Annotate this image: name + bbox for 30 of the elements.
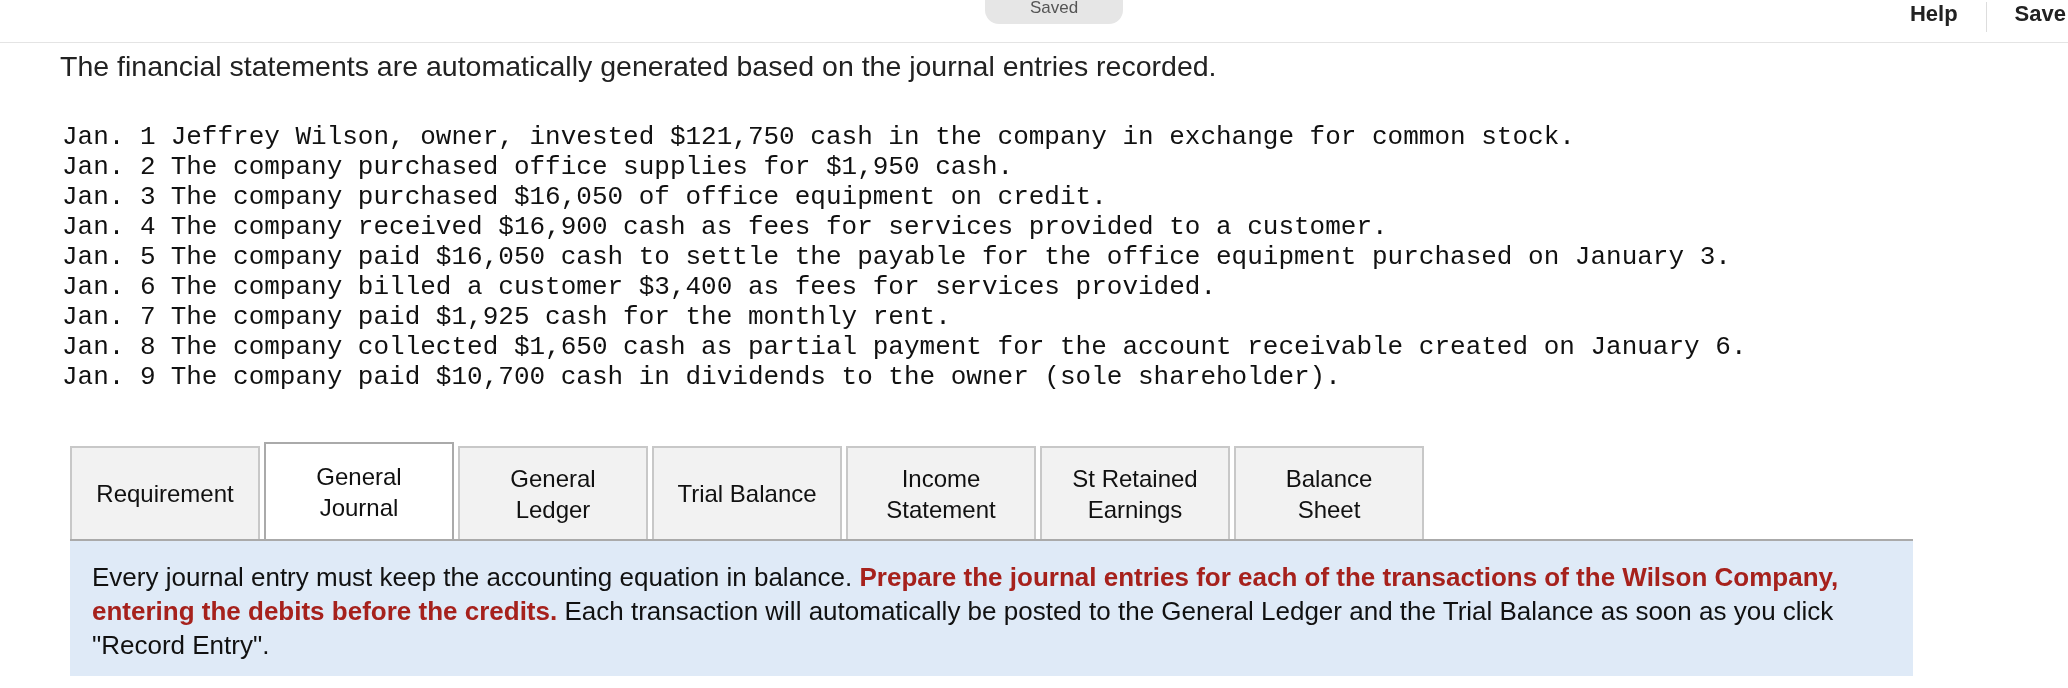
tab[interactable]: Income Statement [846, 446, 1036, 540]
transaction-text: Jeffrey Wilson, owner, invested $121,750 cash in the company in exchange for common stock. [170, 122, 1575, 153]
transaction-date: Jan. 7 [62, 302, 156, 333]
saved-status: Saved [985, 0, 1123, 24]
transaction-text: The company paid $1,925 cash for the monthly rent. [170, 302, 951, 333]
transaction-date: Jan. 4 [62, 212, 156, 243]
header-link[interactable]: Save [1985, 2, 2068, 33]
tab[interactable]: General Journal [264, 442, 454, 540]
transaction-date: Jan. 6 [62, 272, 156, 303]
transaction-text: The company received $16,900 cash as fees for services provided to a customer. [170, 212, 1388, 243]
transaction-date: Jan. 2 [62, 152, 156, 183]
instructions-text: Every journal entry must keep the accounting equation in balance. Prepare the journal entries for each of the transactions of the Wilson Company, entering the debits before the credits. Each transaction will automatically be posted to the General Ledger and the Trial Balance as soon as you click "Record Entry". [92, 561, 1840, 662]
transaction-date: Jan. 1 [62, 122, 156, 153]
header-link[interactable]: Help [1881, 2, 1986, 33]
transaction-text: The company purchased office supplies for $1,950 cash. [170, 152, 1014, 183]
transaction-text: The company paid $10,700 cash in dividends to the owner (sole shareholder). [170, 362, 1341, 393]
transaction-date: Jan. 9 [62, 362, 156, 393]
transaction-text: The company paid $16,050 cash to settle the payable for the office equipment purchased on January 3. [170, 242, 1731, 273]
tab[interactable]: Balance Sheet [1234, 446, 1424, 540]
transaction-text: The company collected $1,650 cash as partial payment for the account receivable created on January 6. [170, 332, 1747, 363]
tab[interactable]: Requirement [70, 446, 260, 540]
transaction-text: The company purchased $16,050 of office equipment on credit. [170, 182, 1107, 213]
transaction-date: Jan. 3 [62, 182, 156, 213]
tab[interactable]: General Ledger [458, 446, 648, 540]
tab[interactable]: St Retained Earnings [1040, 446, 1230, 540]
transaction-date: Jan. 8 [62, 332, 156, 363]
tab[interactable]: Trial Balance [652, 446, 842, 540]
transaction-text: The company billed a customer $3,400 as fees for services provided. [170, 272, 1216, 303]
transaction-date: Jan. 5 [62, 242, 156, 273]
intro-text: The financial statements are automatically generated based on the journal entries recorded. [60, 51, 1218, 83]
